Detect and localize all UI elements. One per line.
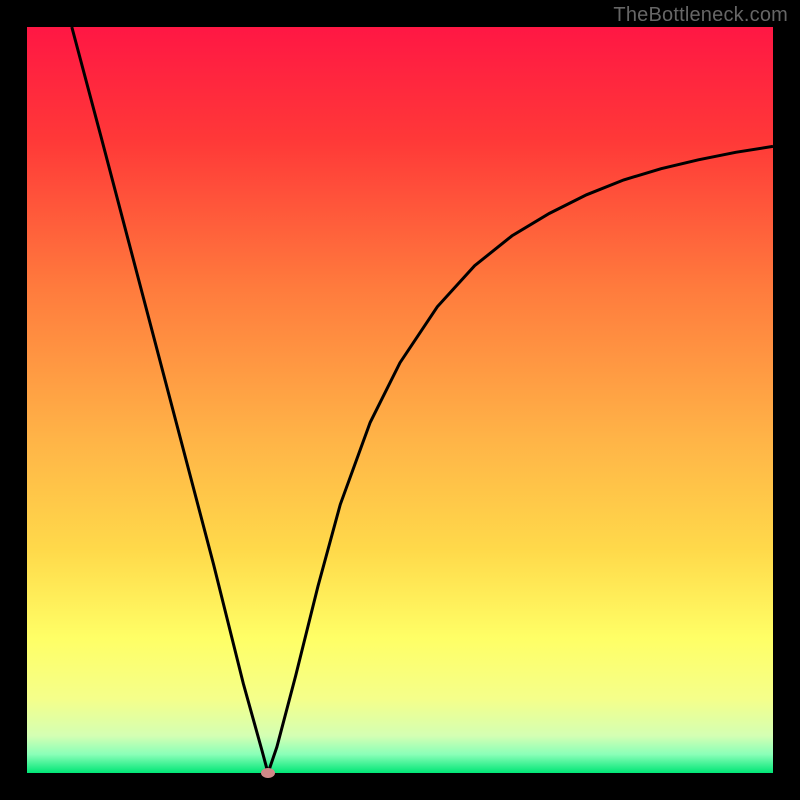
watermark-text: TheBottleneck.com bbox=[613, 4, 788, 27]
bottleneck-curve bbox=[27, 27, 773, 773]
minimum-marker bbox=[261, 768, 275, 778]
chart-container bbox=[27, 27, 773, 773]
